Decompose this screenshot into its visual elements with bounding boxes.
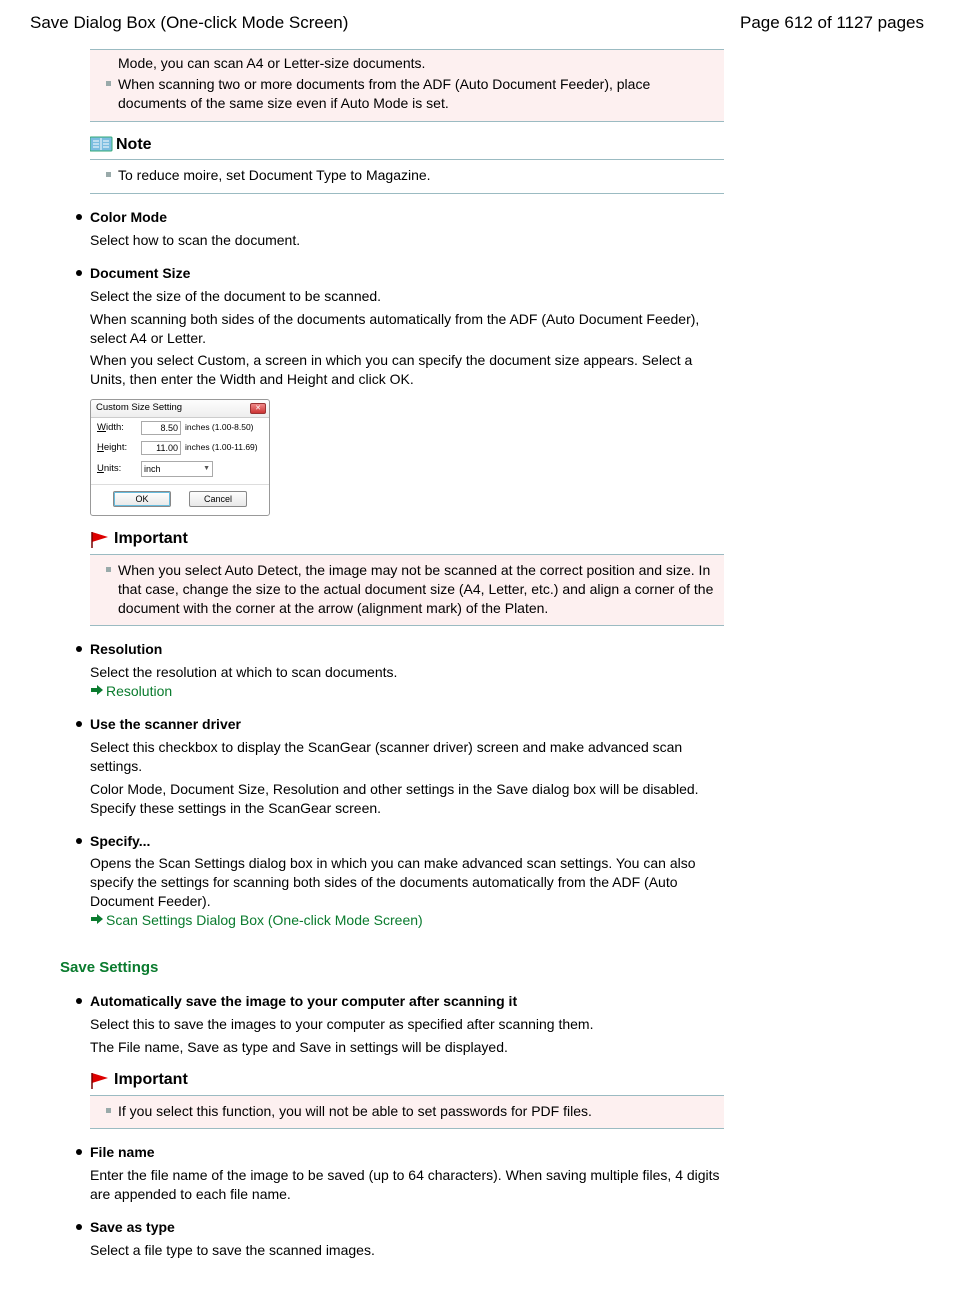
chevron-down-icon: ▼ (203, 464, 210, 473)
item-color-mode: Color Mode Select how to scan the docume… (90, 208, 724, 250)
note-title-row: Note (90, 134, 724, 156)
item-save-as: Save as type Select a file type to save … (90, 1218, 724, 1260)
width-label: Width: (97, 422, 141, 435)
note-box: To reduce moire, set Document Type to Ma… (90, 159, 724, 194)
item-specify: Specify... Opens the Scan Settings dialo… (90, 832, 724, 930)
height-hint: inches (1.00-11.69) (185, 442, 258, 453)
arrow-right-icon (90, 682, 104, 701)
item-doc-size: Document Size Select the size of the doc… (90, 264, 724, 516)
important2-title-row: Important (90, 1069, 724, 1091)
item-use-driver-p2: Color Mode, Document Size, Resolution an… (90, 780, 724, 818)
item-auto-save-p2: The File name, Save as type and Save in … (90, 1038, 724, 1057)
units-select[interactable]: inch ▼ (141, 461, 213, 477)
item-specify-body: Opens the Scan Settings dialog box in wh… (90, 854, 724, 911)
item-resolution-title: Resolution (90, 640, 724, 659)
width-input[interactable]: 8.50 (141, 421, 181, 435)
page-title: Save Dialog Box (One-click Mode Screen) (30, 12, 348, 35)
close-icon[interactable]: ✕ (250, 403, 266, 414)
item-file-name: File name Enter the file name of the ima… (90, 1143, 724, 1204)
item-resolution-body: Select the resolution at which to scan d… (90, 663, 724, 682)
top-line1: Mode, you can scan A4 or Letter-size doc… (100, 54, 714, 73)
item-doc-size-p3: When you select Custom, a screen in whic… (90, 351, 724, 389)
item-specify-title: Specify... (90, 832, 724, 851)
height-label: Height: (97, 442, 141, 455)
item-save-as-body: Select a file type to save the scanned i… (90, 1241, 724, 1260)
important1-title: Important (114, 528, 188, 550)
important2-body: If you select this function, you will no… (100, 1102, 714, 1121)
important2-box: If you select this function, you will no… (90, 1095, 724, 1130)
units-value: inch (144, 463, 161, 475)
important1-title-row: Important (90, 528, 724, 550)
item-auto-save-title: Automatically save the image to your com… (90, 992, 724, 1011)
width-hint: inches (1.00-8.50) (185, 422, 254, 433)
item-use-driver-title: Use the scanner driver (90, 715, 724, 734)
item-doc-size-title: Document Size (90, 264, 724, 283)
top-continuation-box: Mode, you can scan A4 or Letter-size doc… (90, 49, 724, 122)
item-auto-save: Automatically save the image to your com… (90, 992, 724, 1057)
item-doc-size-p1: Select the size of the document to be sc… (90, 287, 724, 306)
flag-icon (90, 530, 112, 548)
ok-button[interactable]: OK (113, 491, 171, 507)
height-input[interactable]: 11.00 (141, 441, 181, 455)
item-resolution: Resolution Select the resolution at whic… (90, 640, 724, 701)
item-auto-save-p1: Select this to save the images to your c… (90, 1015, 724, 1034)
top-line2: When scanning two or more documents from… (100, 75, 714, 113)
save-settings-heading: Save Settings (60, 958, 724, 978)
important2-title: Important (114, 1069, 188, 1091)
custom-size-dialog: Custom Size Setting ✕ Width: 8.50 inches… (90, 399, 270, 516)
flag-icon (90, 1071, 112, 1089)
note-icon (90, 136, 114, 152)
note-title: Note (116, 134, 152, 156)
units-label: Units: (97, 463, 141, 476)
dialog-titlebar: Custom Size Setting ✕ (91, 400, 269, 418)
page-number: Page 612 of 1127 pages (740, 12, 924, 35)
item-file-name-body: Enter the file name of the image to be s… (90, 1166, 724, 1204)
item-save-as-title: Save as type (90, 1218, 724, 1237)
item-file-name-title: File name (90, 1143, 724, 1162)
page-header: Save Dialog Box (One-click Mode Screen) … (30, 12, 924, 35)
important1-box: When you select Auto Detect, the image m… (90, 554, 724, 627)
item-color-mode-body: Select how to scan the document. (90, 231, 724, 250)
item-doc-size-p2: When scanning both sides of the document… (90, 310, 724, 348)
dialog-title: Custom Size Setting (96, 402, 182, 415)
scan-settings-link-text: Scan Settings Dialog Box (One-click Mode… (106, 911, 423, 930)
cancel-button[interactable]: Cancel (189, 491, 247, 507)
resolution-link[interactable]: Resolution (90, 682, 172, 701)
item-use-driver-p1: Select this checkbox to display the Scan… (90, 738, 724, 776)
note-body: To reduce moire, set Document Type to Ma… (100, 166, 714, 185)
scan-settings-link[interactable]: Scan Settings Dialog Box (One-click Mode… (90, 911, 423, 930)
item-use-driver: Use the scanner driver Select this check… (90, 715, 724, 817)
resolution-link-text: Resolution (106, 682, 172, 701)
arrow-right-icon (90, 911, 104, 930)
item-color-mode-title: Color Mode (90, 208, 724, 227)
important1-body: When you select Auto Detect, the image m… (100, 561, 714, 618)
